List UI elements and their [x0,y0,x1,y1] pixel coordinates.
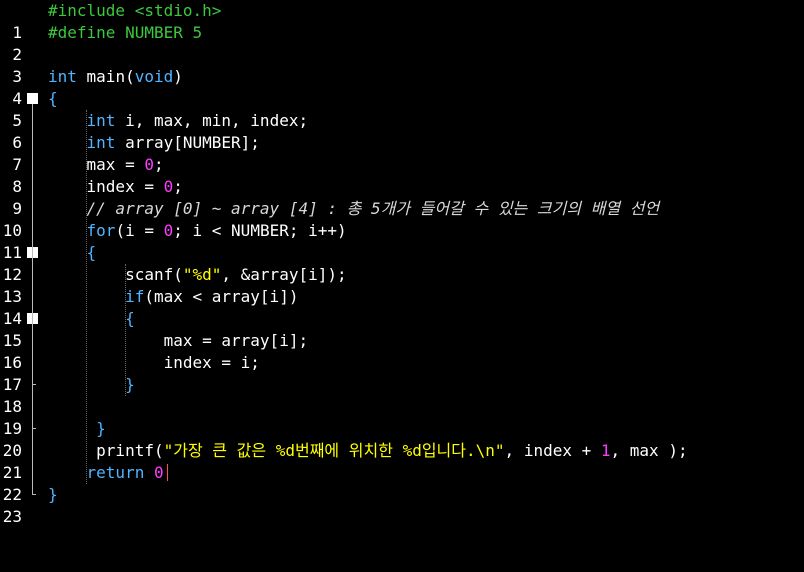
code-text[interactable]: int array[NUMBER]; [48,132,260,154]
code-line[interactable]: 11 for(i = 0; i < NUMBER; i++) [0,220,804,262]
code-text[interactable]: } [48,484,58,506]
code-text[interactable]: printf("가장 큰 값은 %d번째에 위치한 %d입니다.\n", ind… [48,440,687,462]
code-line[interactable]: 16 max = array[i]; [0,330,804,372]
fold-guide-line [32,104,33,495]
fold-end-marker [32,494,36,495]
comment-text[interactable]: // array [0] ~ array [4] : 총 5개가 들어갈 수 있… [48,198,660,220]
code-text[interactable]: index = 0; [48,176,183,198]
code-line[interactable]: 2 #define NUMBER 5 [0,22,804,64]
code-editor[interactable]: 1 #include <stdio.h> 2 #define NUMBER 5 … [0,0,804,526]
fold-end-marker [32,384,36,385]
code-line[interactable]: 9 index = 0; [0,176,804,218]
code-text[interactable]: return 0 [48,462,164,484]
code-line[interactable]: 19 [0,396,804,438]
code-text[interactable]: index = i; [48,352,260,374]
code-line[interactable]: 15 { [0,308,804,350]
code-text[interactable]: { [48,308,135,330]
code-line[interactable]: 6 int i, max, min, index; [0,110,804,152]
code-text[interactable]: int main(void) [48,66,183,88]
code-line[interactable]: 1 #include <stdio.h> [0,0,804,42]
code-text[interactable]: { [48,88,58,110]
code-line[interactable]: 8 max = 0; [0,154,804,196]
code-line[interactable]: 12 { [0,242,804,284]
code-text[interactable]: } [48,374,135,396]
text-cursor [167,464,168,481]
code-line[interactable]: 5 { [0,88,804,130]
fold-toggle-icon[interactable] [27,93,38,104]
code-line[interactable]: 14 if(max < array[i]) [0,286,804,328]
code-text[interactable]: } [48,418,106,440]
code-line[interactable]: 7 int array[NUMBER]; [0,132,804,174]
code-line[interactable]: 22 return 0 [0,462,804,504]
code-text[interactable]: #define NUMBER 5 [48,22,202,44]
indent-guide [125,264,126,396]
code-text[interactable]: { [48,242,97,264]
fold-end-marker [32,428,36,429]
code-text[interactable]: max = 0; [48,154,164,176]
line-number: 23 [2,507,22,526]
code-text[interactable]: int i, max, min, index; [48,110,309,132]
code-line[interactable]: 13 scanf("%d", &array[i]); [0,264,804,306]
code-line[interactable]: 18 } [0,374,804,416]
code-line[interactable]: 17 index = i; [0,352,804,394]
code-line[interactable]: 20 } [0,418,804,460]
code-line[interactable]: 21 printf("가장 큰 값은 %d번째에 위치한 %d입니다.\n", … [0,440,804,482]
code-text[interactable]: scanf("%d", &array[i]); [48,264,347,286]
code-line[interactable]: 23 } [0,484,804,526]
indent-guide [86,110,87,484]
code-text[interactable]: #include <stdio.h> [48,0,221,22]
code-line[interactable]: 4 int main(void) [0,66,804,108]
code-line[interactable]: 10 // array [0] ~ array [4] : 총 5개가 들어갈 … [0,198,804,240]
code-text[interactable]: for(i = 0; i < NUMBER; i++) [48,220,347,242]
code-line[interactable]: 3 [0,44,804,86]
code-text[interactable]: max = array[i]; [48,330,309,352]
